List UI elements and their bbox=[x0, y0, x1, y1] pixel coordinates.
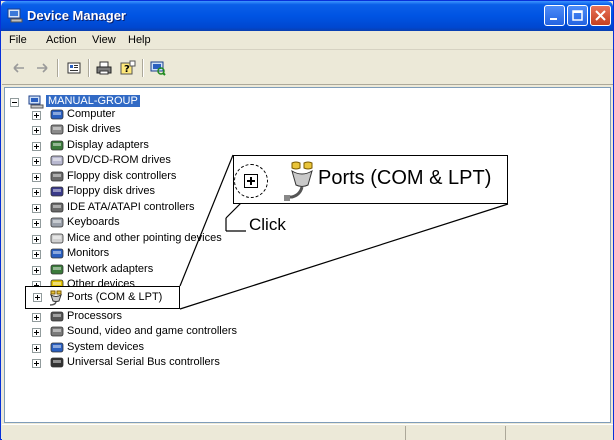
callout-zoom-box: Ports (COM & LPT) bbox=[233, 155, 508, 204]
ports-row-label: Ports (COM & LPT) bbox=[67, 291, 163, 303]
expand-icon[interactable] bbox=[244, 174, 258, 188]
click-annotation: Click bbox=[249, 215, 286, 234]
expand-icon[interactable] bbox=[33, 293, 42, 302]
ports-row-highlight[interactable]: Ports (COM & LPT) bbox=[25, 286, 180, 309]
callout-lines bbox=[179, 154, 509, 310]
callout-big-label: Ports (COM & LPT) bbox=[318, 167, 492, 189]
port-icon bbox=[48, 290, 64, 306]
port-icon bbox=[284, 161, 320, 201]
